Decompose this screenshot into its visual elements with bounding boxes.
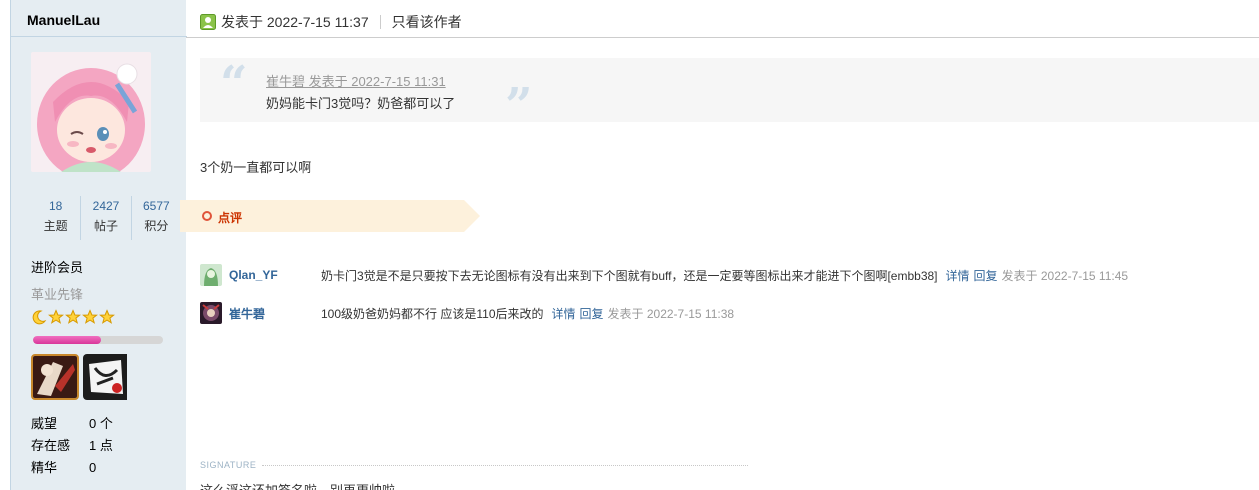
divider [379, 15, 381, 29]
comment-section-tag: 点评 [180, 200, 480, 232]
avatar-image [200, 264, 222, 286]
star-icon [65, 309, 81, 324]
profile-row: 存在感 1 点 [31, 435, 113, 457]
online-status-icon [200, 14, 216, 30]
profile-value: 0 个 [89, 416, 113, 431]
commenter-avatar[interactable] [200, 264, 222, 286]
profile-value: 1 点 [89, 438, 113, 453]
stat-threads[interactable]: 18 主题 [31, 196, 80, 240]
star-icon [99, 309, 115, 324]
post-content: 3个奶一直都可以啊 [200, 160, 312, 175]
post-timestamp: 发表于 2022-7-15 11:37 [221, 14, 369, 30]
quote-text: 奶妈能卡门3觉吗？奶爸都可以了 [266, 96, 456, 111]
stat-value: 2427 [92, 199, 120, 213]
user-rank: 革业先锋 [31, 287, 84, 302]
profile-row: 威望 0 个 [31, 413, 113, 435]
level-progress-fill [33, 336, 101, 344]
avatar-image [200, 302, 222, 324]
stat-value: 18 [48, 199, 63, 213]
quote-block: “ 崔牛碧 发表于 2022-7-15 11:31 奶妈能卡门3觉吗？奶爸都可以… [200, 56, 1259, 130]
commenter-name[interactable]: 崔牛碧 [229, 305, 321, 322]
profile-value: 0 [89, 460, 97, 475]
divider [11, 36, 187, 37]
stat-label: 积分 [144, 219, 169, 233]
stat-label: 帖子 [93, 219, 118, 233]
comment-tag-label: 点评 [218, 211, 243, 225]
circle-icon [202, 211, 212, 221]
close-quote-icon: ” [505, 78, 533, 134]
signature-text: 这么浮这还加签名啦，别再更帅啦 [200, 480, 395, 490]
divider [186, 37, 1259, 38]
level-progress-bar [33, 336, 163, 344]
comment-timestamp: 发表于 2022-7-15 11:38 [607, 306, 735, 321]
avatar[interactable] [31, 52, 151, 172]
comment-text: 奶卡门3觉是不是只要按下去无论图标有没有出来到下个图就有buff，还是一定要等图… [321, 268, 938, 283]
post-header: 发表于 2022-7-15 11:37 只看该作者 [200, 12, 462, 32]
star-icon [48, 309, 64, 324]
stat-points[interactable]: 6577 积分 [130, 196, 181, 240]
author-name[interactable]: ManuelLau [27, 12, 100, 28]
medal-badge[interactable] [83, 354, 131, 400]
user-group[interactable]: 进阶会员 [31, 257, 83, 276]
quote-source-link[interactable]: 崔牛碧 发表于 2022-7-15 11:31 [266, 71, 446, 90]
medal-image [83, 354, 127, 400]
profile-row: 精华 0 [31, 457, 113, 479]
medal-image [33, 356, 77, 398]
profile-key: 威望 [31, 416, 58, 431]
only-author-link[interactable]: 只看该作者 [392, 12, 462, 32]
comment-detail-link[interactable]: 详情 [946, 267, 970, 284]
comment-timestamp: 发表于 2022-7-15 11:45 [1001, 268, 1129, 283]
comment-reply-link[interactable]: 回复 [580, 305, 604, 322]
author-profile: 威望 0 个 存在感 1 点 精华 0 [31, 413, 113, 479]
stat-posts[interactable]: 2427 帖子 [80, 196, 130, 240]
stat-value: 6577 [142, 199, 170, 213]
commenter-avatar[interactable] [200, 302, 222, 324]
signature-label: SIGNATURE [200, 460, 257, 470]
moon-icon [32, 310, 47, 325]
star-icon [82, 309, 98, 324]
stat-label: 主题 [43, 219, 68, 233]
comment-text: 100级奶爸奶妈都不行 应该是110后来改的 [321, 306, 544, 321]
medal-list [31, 354, 131, 400]
comment-reply-link[interactable]: 回复 [974, 267, 998, 284]
commenter-name[interactable]: Qlan_YF [229, 268, 321, 282]
profile-key: 精华 [31, 460, 58, 475]
profile-key: 存在感 [31, 438, 71, 453]
rank-stars [31, 309, 115, 325]
open-quote-icon: “ [220, 56, 248, 112]
author-sidebar: ManuelLau 18 主题 2427 帖子 6577 积分 进阶会员 革业先… [10, 0, 187, 490]
comment-item: 崔牛碧 100级奶爸奶妈都不行 应该是110后来改的 详情 回复 发表于 202… [200, 301, 734, 325]
signature-divider [262, 465, 748, 466]
avatar-image [31, 52, 151, 172]
comment-item: Qlan_YF 奶卡门3觉是不是只要按下去无论图标有没有出来到下个图就有buff… [200, 263, 1128, 287]
comment-detail-link[interactable]: 详情 [552, 305, 576, 322]
medal-badge[interactable] [31, 354, 79, 400]
author-stats: 18 主题 2427 帖子 6577 积分 [31, 196, 181, 240]
